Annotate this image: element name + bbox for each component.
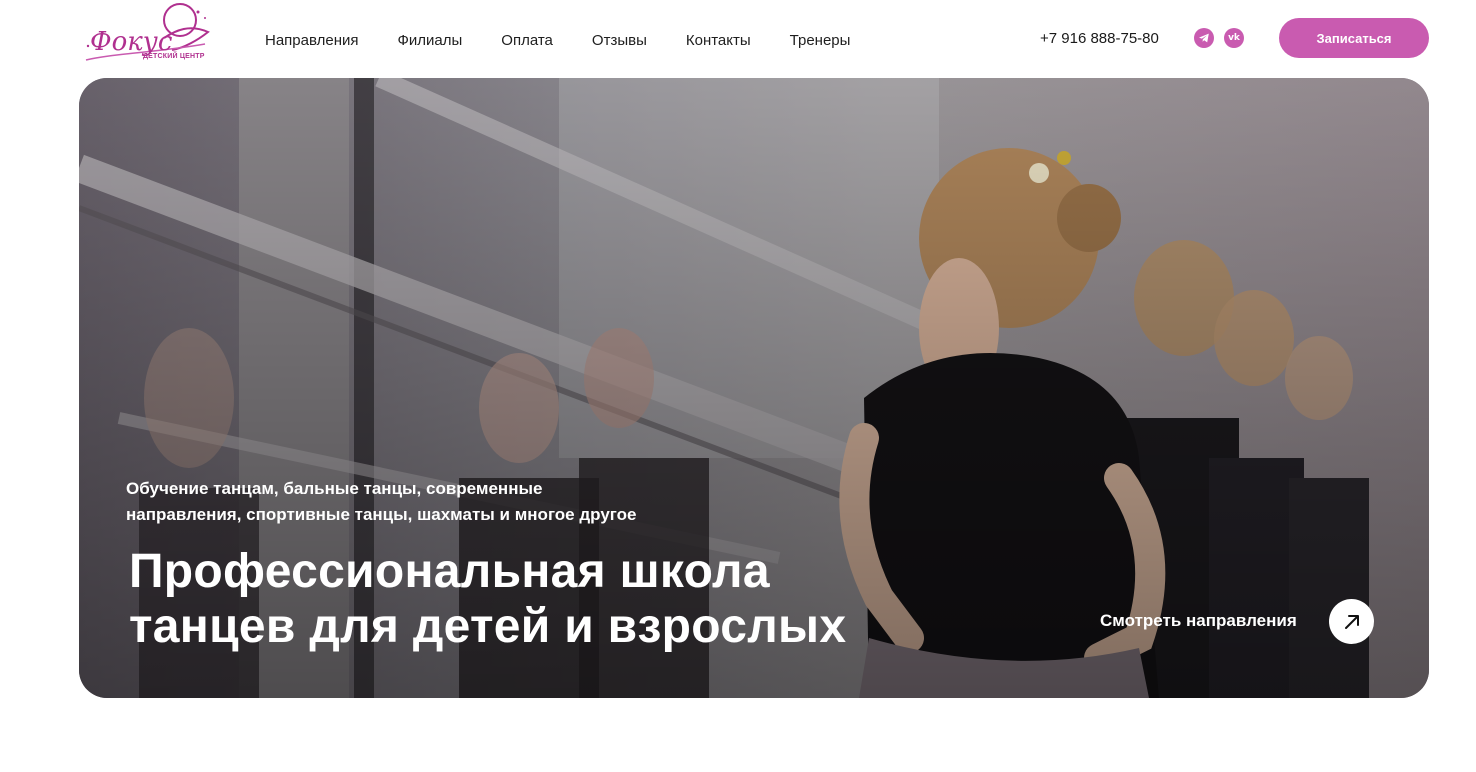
nav-item-directions[interactable]: Направления (265, 32, 359, 49)
logo-caption: ДЕТСКИЙ ЦЕНТР (143, 53, 205, 60)
main-nav: Направления Филиалы Оплата Отзывы Контак… (265, 32, 889, 49)
nav-item-payment[interactable]: Оплата (501, 32, 553, 49)
telegram-icon (1199, 33, 1209, 43)
nav-item-branches[interactable]: Филиалы (398, 32, 463, 49)
nav-item-reviews[interactable]: Отзывы (592, 32, 647, 49)
vk-icon: vk (1228, 33, 1240, 43)
vk-link[interactable]: vk (1224, 28, 1244, 48)
hero-banner: Обучение танцам, бальные танцы, современ… (79, 78, 1429, 698)
telegram-link[interactable] (1194, 28, 1214, 48)
view-directions-button[interactable] (1329, 599, 1374, 644)
hero-title: Профессиональная школа танцев для детей … (129, 545, 847, 653)
site-header: Фокус ДЕТСКИЙ ЦЕНТР Направления Филиалы … (0, 0, 1476, 78)
view-directions-link[interactable]: Смотреть направления (1100, 611, 1297, 631)
signup-button[interactable]: Записаться (1279, 18, 1429, 58)
arrow-up-right-icon (1344, 614, 1359, 629)
nav-item-trainers[interactable]: Тренеры (790, 32, 851, 49)
nav-item-contacts[interactable]: Контакты (686, 32, 751, 49)
phone-link[interactable]: +7 916 888-75-80 (1040, 30, 1159, 47)
hero-subtitle: Обучение танцам, бальные танцы, современ… (126, 479, 637, 524)
